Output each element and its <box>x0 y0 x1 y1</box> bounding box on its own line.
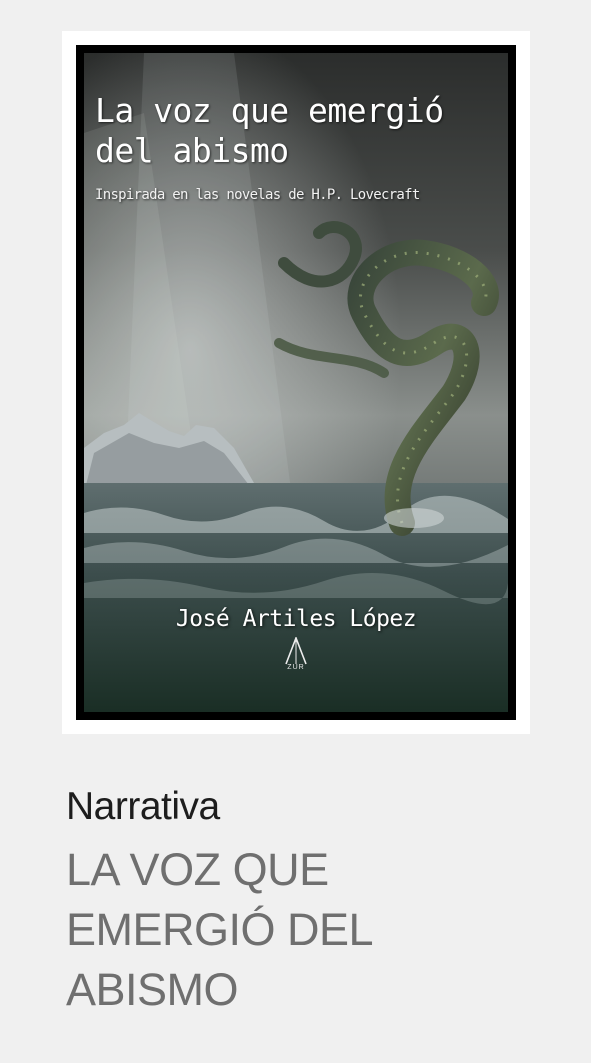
publisher-mark-icon <box>285 637 307 665</box>
product-title[interactable]: LA VOZ QUE EMERGIÓ DEL ABISMO <box>66 840 506 1020</box>
book-cover-image[interactable]: La voz que emergió del abismo Inspirada … <box>62 31 530 734</box>
cover-border: La voz que emergió del abismo Inspirada … <box>76 45 516 720</box>
cover-author: José Artiles López <box>175 606 417 632</box>
publisher-logo: ZUR <box>279 637 313 677</box>
cover-title: La voz que emergió del abismo <box>95 91 444 170</box>
cover-artwork: La voz que emergió del abismo Inspirada … <box>84 53 508 712</box>
cover-subtitle: Inspirada en las novelas de H.P. Lovecra… <box>95 187 420 203</box>
book-card-link[interactable]: La voz que emergió del abismo Inspirada … <box>0 0 591 1063</box>
publisher-name: ZUR <box>287 664 305 671</box>
product-category: Narrativa <box>66 785 220 828</box>
